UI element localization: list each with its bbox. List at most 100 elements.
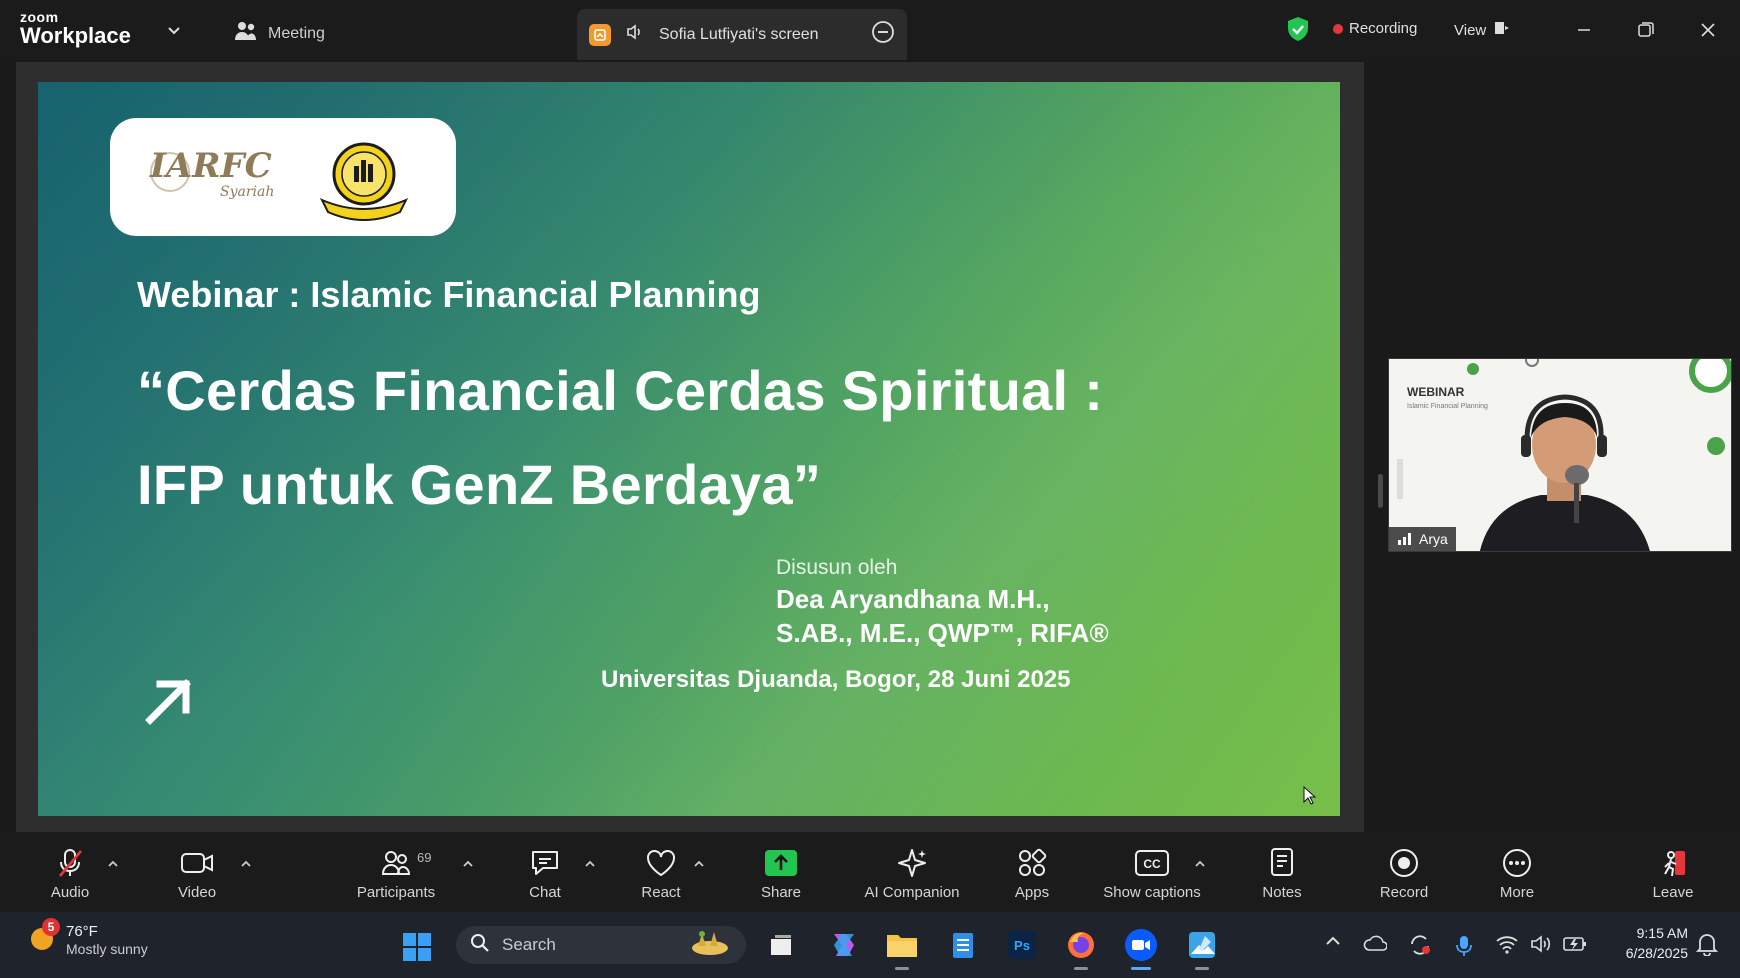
weather-temp: 76°F bbox=[66, 923, 98, 941]
slide-author-line-1: Dea Aryandhana M.H., bbox=[776, 584, 1050, 614]
search-highlight-icon bbox=[688, 928, 732, 963]
meeting-toolbar: Audio Video 69 Participants Chat React S… bbox=[0, 832, 1740, 912]
meeting-button[interactable]: Meeting bbox=[234, 20, 325, 47]
participant-person-image bbox=[1480, 394, 1650, 551]
onedrive-cloud-icon[interactable] bbox=[1363, 934, 1388, 959]
share-button[interactable]: Share bbox=[721, 846, 841, 901]
slide-title-line-1: “Cerdas Financial Cerdas Spiritual : bbox=[137, 359, 1104, 422]
share-screen-icon bbox=[764, 846, 798, 880]
clock-time: 9:15 AM bbox=[1636, 925, 1688, 941]
more-button[interactable]: More bbox=[1457, 846, 1577, 901]
notes-icon bbox=[1268, 846, 1296, 880]
notepad-icon[interactable] bbox=[944, 926, 982, 964]
firefox-icon[interactable] bbox=[1062, 926, 1100, 970]
audio-options-caret-icon[interactable] bbox=[107, 856, 119, 874]
signal-strength-icon bbox=[1397, 531, 1413, 548]
zoom-app-icon[interactable] bbox=[1122, 926, 1160, 970]
logo-card: IARFC Syariah bbox=[110, 118, 456, 236]
recording-label: Recording bbox=[1349, 20, 1418, 37]
taskbar-search[interactable]: Search bbox=[456, 926, 746, 964]
view-button[interactable]: View bbox=[1454, 20, 1510, 40]
participants-options-caret-icon[interactable] bbox=[462, 856, 474, 874]
photoshop-icon[interactable]: Ps bbox=[1003, 926, 1041, 964]
mouse-cursor-icon bbox=[1303, 786, 1317, 805]
captions-label: Show captions bbox=[1103, 884, 1201, 901]
show-hidden-icons-caret[interactable] bbox=[1325, 934, 1341, 952]
react-label: React bbox=[641, 884, 681, 901]
slide-author-intro: Disusun oleh bbox=[776, 556, 898, 579]
ai-companion-label: AI Companion bbox=[864, 884, 960, 901]
meeting-label: Meeting bbox=[268, 24, 325, 42]
people-icon bbox=[234, 20, 258, 47]
system-clock[interactable]: 9:15 AM 6/28/2025 bbox=[1602, 924, 1688, 963]
closed-captions-icon: CC bbox=[1135, 846, 1169, 880]
record-label: Record bbox=[1379, 884, 1429, 901]
microphone-in-use-icon[interactable] bbox=[1455, 934, 1473, 963]
search-placeholder: Search bbox=[502, 935, 556, 954]
restore-icon[interactable] bbox=[1630, 14, 1662, 46]
arrow-up-right-icon bbox=[145, 679, 191, 725]
copilot-icon[interactable] bbox=[825, 926, 863, 964]
participants-icon: 69 bbox=[381, 846, 431, 880]
notes-button[interactable]: Notes bbox=[1222, 846, 1342, 901]
notification-bell-icon[interactable] bbox=[1695, 932, 1719, 961]
wifi-icon[interactable] bbox=[1495, 934, 1519, 959]
view-layout-icon bbox=[1494, 20, 1510, 40]
photos-app-icon[interactable] bbox=[1183, 926, 1221, 970]
captions-options-caret-icon[interactable] bbox=[1194, 856, 1206, 874]
svg-text:CC: CC bbox=[1143, 857, 1161, 871]
apps-button[interactable]: Apps bbox=[972, 846, 1092, 901]
university-seal-logo bbox=[319, 142, 409, 221]
close-icon[interactable] bbox=[1692, 14, 1724, 46]
presentation-slide: IARFC Syariah Webinar : Islamic Financia… bbox=[38, 82, 1340, 816]
more-label: More bbox=[1499, 884, 1535, 901]
chat-options-caret-icon[interactable] bbox=[584, 856, 596, 874]
stop-share-icon[interactable] bbox=[871, 20, 895, 49]
video-label: Video bbox=[177, 884, 217, 901]
brand-large: Workplace bbox=[20, 23, 131, 48]
apps-grid-icon bbox=[1016, 846, 1048, 880]
windows-start-icon[interactable] bbox=[402, 932, 432, 967]
title-bar: zoom Workplace Meeting Sofia Lutfiyati's… bbox=[0, 0, 1740, 60]
slide-author-line-2: S.AB., M.E., QWP™, RIFA® bbox=[776, 618, 1109, 648]
volume-icon[interactable] bbox=[1529, 934, 1553, 959]
brand-small: zoom bbox=[20, 9, 59, 25]
record-icon bbox=[1388, 846, 1420, 880]
ai-companion-button[interactable]: AI Companion bbox=[852, 846, 972, 901]
screen-share-tab[interactable]: Sofia Lutfiyati's screen bbox=[577, 9, 907, 60]
participant-name: Arya bbox=[1419, 531, 1448, 547]
panel-resize-handle[interactable] bbox=[1378, 474, 1383, 508]
task-view-icon[interactable] bbox=[762, 926, 800, 964]
video-options-caret-icon[interactable] bbox=[240, 856, 252, 874]
sync-status-icon[interactable] bbox=[1408, 934, 1432, 961]
search-icon bbox=[470, 933, 490, 958]
leave-button[interactable]: Leave bbox=[1613, 846, 1733, 901]
video-slide-label: WEBINAR bbox=[1407, 385, 1465, 399]
recording-indicator[interactable]: Recording bbox=[1333, 20, 1417, 37]
notes-label: Notes bbox=[1262, 884, 1302, 901]
file-explorer-icon[interactable] bbox=[883, 926, 921, 970]
weather-condition: Mostly sunny bbox=[66, 940, 148, 957]
participants-count: 69 bbox=[417, 850, 432, 865]
leave-icon bbox=[1657, 846, 1689, 880]
slide-subtitle: Webinar : Islamic Financial Planning bbox=[137, 274, 761, 315]
apps-label: Apps bbox=[1014, 884, 1050, 901]
speaker-icon bbox=[625, 22, 645, 47]
video-button[interactable]: Video bbox=[137, 846, 257, 901]
iarfc-logo: IARFC bbox=[150, 146, 272, 186]
battery-icon[interactable] bbox=[1562, 934, 1588, 959]
audio-label: Audio bbox=[50, 884, 90, 901]
participants-button[interactable]: 69 Participants bbox=[336, 846, 456, 901]
microphone-muted-icon bbox=[55, 846, 85, 880]
react-options-caret-icon[interactable] bbox=[693, 856, 705, 874]
minimize-icon[interactable] bbox=[1568, 14, 1600, 46]
record-button[interactable]: Record bbox=[1344, 846, 1464, 901]
sparkle-icon bbox=[896, 846, 928, 880]
more-dots-icon bbox=[1501, 846, 1533, 880]
participant-name-tag: Arya bbox=[1389, 527, 1456, 551]
chevron-down-icon[interactable] bbox=[166, 22, 182, 43]
svg-text:Ps: Ps bbox=[1014, 938, 1030, 953]
presentation-app-icon bbox=[589, 23, 611, 46]
participant-video-tile[interactable]: WEBINAR Islamic Financial Planning Arya bbox=[1388, 358, 1732, 552]
encryption-shield-icon[interactable] bbox=[1286, 16, 1310, 47]
